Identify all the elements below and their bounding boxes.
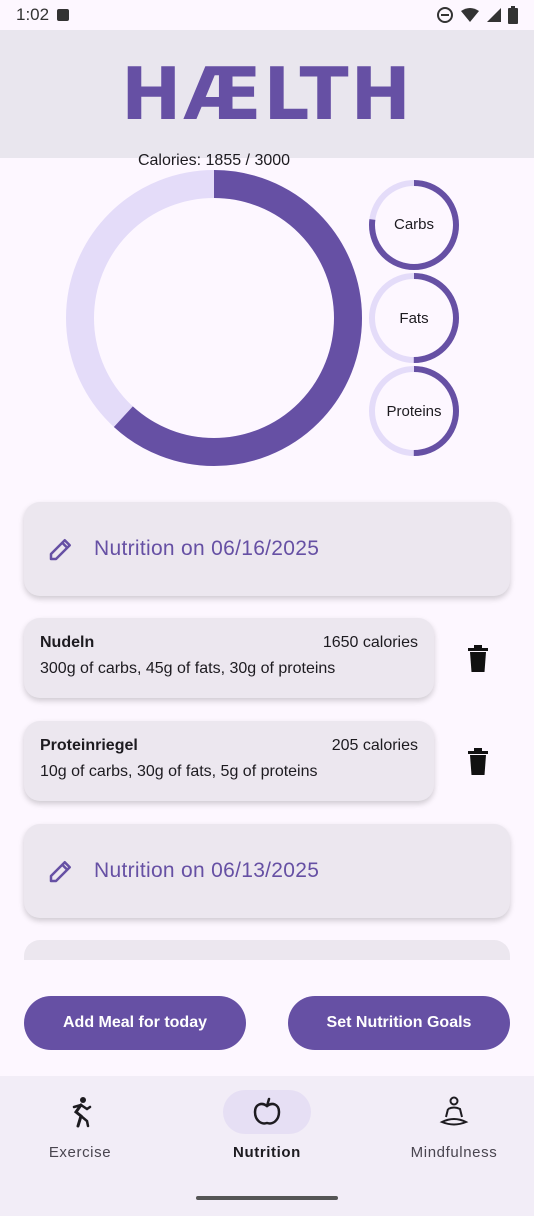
day-card[interactable]: Nutrition on 06/13/2025 <box>24 824 510 918</box>
delete-icon[interactable] <box>466 645 490 673</box>
meal-details: 300g of carbs, 45g of fats, 30g of prote… <box>40 660 336 677</box>
battery-icon <box>508 6 518 24</box>
edit-icon[interactable] <box>46 534 76 564</box>
nav-label: Exercise <box>48 1144 112 1161</box>
nav-item-exercise[interactable]: Exercise <box>0 1090 160 1161</box>
nav-label: Nutrition <box>233 1144 301 1161</box>
meal-card: Nudeln 1650 calories 300g of carbs, 45g … <box>24 618 434 698</box>
meal-name: Nudeln <box>40 634 95 651</box>
nav-label: Mindfulness <box>410 1144 498 1161</box>
day-card-partial[interactable] <box>24 940 510 960</box>
bottom-nav: Exercise Nutrition Mindfulness <box>0 1076 534 1216</box>
add-meal-button[interactable]: Add Meal for today <box>24 996 246 1050</box>
app-title: HÆLTH <box>121 52 413 136</box>
calories-label: Calories: 1855 / 3000 <box>137 152 291 169</box>
signal-icon <box>487 8 501 22</box>
meal-calories: 1650 calories <box>322 634 418 651</box>
apple-icon <box>253 1097 281 1125</box>
delete-icon[interactable] <box>466 748 490 776</box>
dnd-icon <box>437 7 453 23</box>
notification-icon <box>57 9 70 21</box>
meal-calories: 205 calories <box>331 737 418 754</box>
home-indicator <box>196 1196 338 1200</box>
edit-icon[interactable] <box>46 856 76 886</box>
proteins-label: Proteins <box>386 403 442 420</box>
fats-label: Fats <box>399 310 429 327</box>
status-bar: 1:02 <box>0 0 534 30</box>
set-goals-button[interactable]: Set Nutrition Goals <box>288 996 510 1050</box>
app-header: HÆLTH <box>0 30 534 158</box>
status-time: 1:02 <box>16 5 50 24</box>
run-icon <box>72 1097 92 1128</box>
carbs-label: Carbs <box>393 216 434 233</box>
nav-item-nutrition[interactable]: Nutrition <box>187 1090 347 1161</box>
meditation-icon <box>439 1096 469 1126</box>
day-label: Nutrition on 06/13/2025 <box>94 859 320 882</box>
calories-ring <box>66 170 362 466</box>
meal-details: 10g of carbs, 30g of fats, 5g of protein… <box>40 763 318 780</box>
day-label: Nutrition on 06/16/2025 <box>94 537 320 560</box>
meal-name: Proteinriegel <box>40 737 138 754</box>
nav-item-mindfulness[interactable]: Mindfulness <box>374 1090 534 1161</box>
day-card[interactable]: Nutrition on 06/16/2025 <box>24 502 510 596</box>
wifi-icon <box>461 8 479 22</box>
meal-card: Proteinriegel 205 calories 10g of carbs,… <box>24 721 434 801</box>
